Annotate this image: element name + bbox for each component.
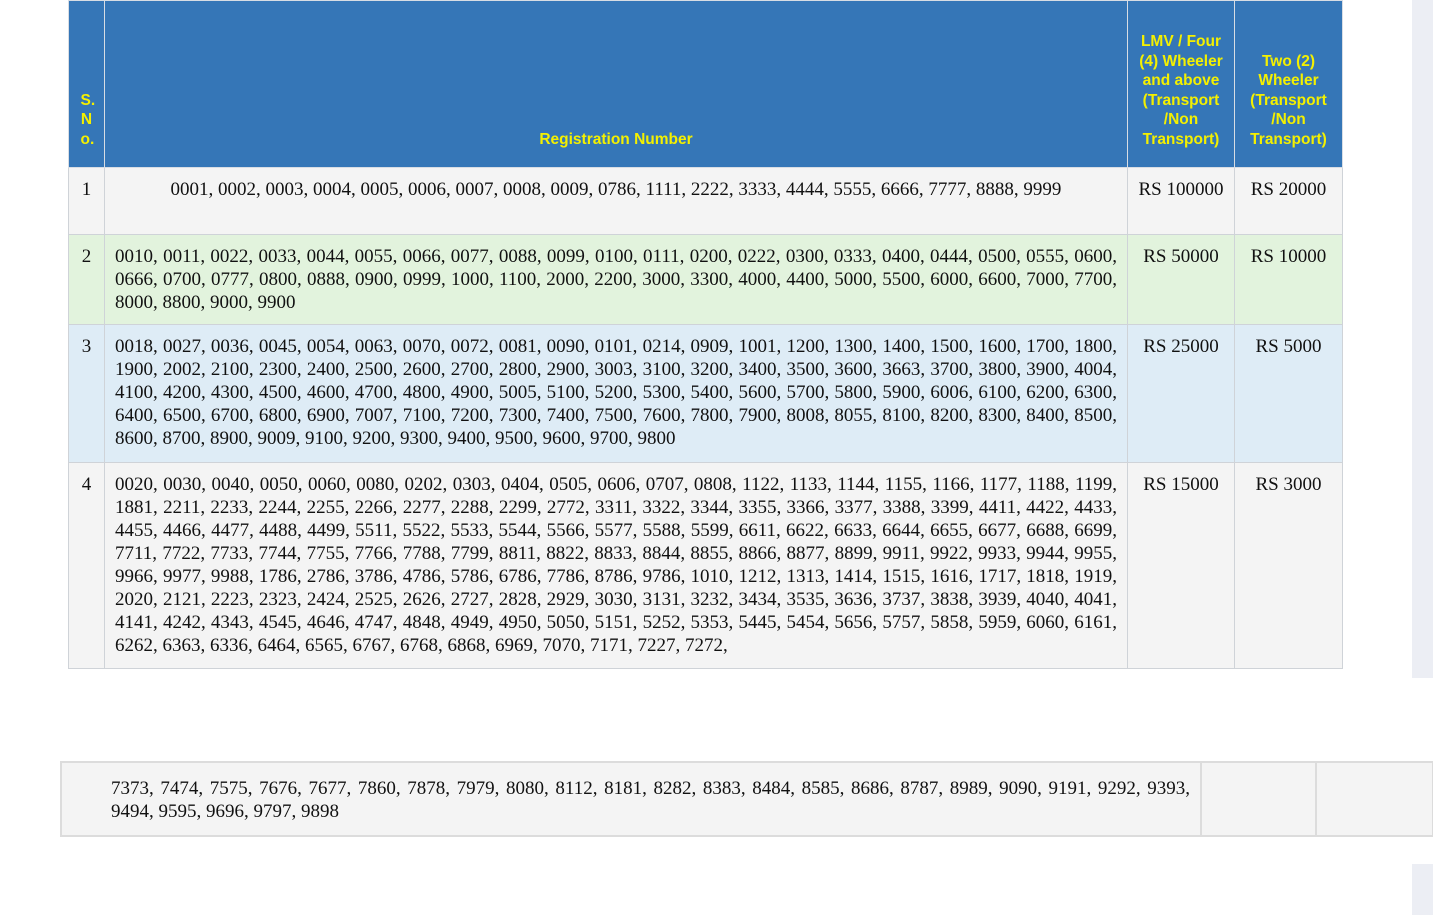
header-sno: S.No. [68, 0, 105, 168]
row-sno: 1 [68, 167, 105, 235]
continuation-four-wheeler-cell [1200, 761, 1317, 837]
row-sno: 3 [68, 324, 105, 463]
row-two-wheeler-fee: RS 5000 [1234, 324, 1343, 463]
table-header-row: S.No. Registration Number LMV / Four (4)… [68, 0, 1343, 168]
table-row: 7373, 7474, 7575, 7676, 7677, 7860, 7878… [60, 761, 1433, 837]
row-four-wheeler-fee: RS 25000 [1127, 324, 1235, 463]
header-two-wheeler: Two (2) Wheeler (Transport /Non Transpor… [1234, 0, 1343, 168]
continuation-registration-numbers: 7373, 7474, 7575, 7676, 7677, 7860, 7878… [60, 761, 1202, 837]
page-edge-strip [1412, 864, 1433, 915]
row-four-wheeler-fee: RS 15000 [1127, 462, 1235, 669]
table-row: 4 0020, 0030, 0040, 0050, 0060, 0080, 02… [68, 462, 1343, 669]
row-registration-numbers: 0010, 0011, 0022, 0033, 0044, 0055, 0066… [104, 234, 1128, 325]
row-registration-numbers: 0020, 0030, 0040, 0050, 0060, 0080, 0202… [104, 462, 1128, 669]
fancy-number-fee-table: S.No. Registration Number LMV / Four (4)… [68, 0, 1343, 669]
header-registration-number: Registration Number [104, 0, 1128, 168]
table-row: 1 0001, 0002, 0003, 0004, 0005, 0006, 00… [68, 167, 1343, 235]
continuation-two-wheeler-cell [1315, 761, 1433, 837]
row-two-wheeler-fee: RS 20000 [1234, 167, 1343, 235]
row-sno: 4 [68, 462, 105, 669]
header-sno-label: S.No. [80, 91, 96, 148]
continuation-table: 7373, 7474, 7575, 7676, 7677, 7860, 7878… [60, 761, 1433, 837]
row-four-wheeler-fee: RS 100000 [1127, 167, 1235, 235]
row-two-wheeler-fee: RS 10000 [1234, 234, 1343, 325]
row-four-wheeler-fee: RS 50000 [1127, 234, 1235, 325]
row-sno: 2 [68, 234, 105, 325]
table-row: 3 0018, 0027, 0036, 0045, 0054, 0063, 00… [68, 324, 1343, 463]
row-registration-numbers: 0001, 0002, 0003, 0004, 0005, 0006, 0007… [104, 167, 1128, 235]
row-registration-numbers: 0018, 0027, 0036, 0045, 0054, 0063, 0070… [104, 324, 1128, 463]
table-row: 2 0010, 0011, 0022, 0033, 0044, 0055, 00… [68, 234, 1343, 325]
header-four-wheeler: LMV / Four (4) Wheeler and above (Transp… [1127, 0, 1235, 168]
page-edge-strip [1412, 0, 1433, 678]
row-two-wheeler-fee: RS 3000 [1234, 462, 1343, 669]
